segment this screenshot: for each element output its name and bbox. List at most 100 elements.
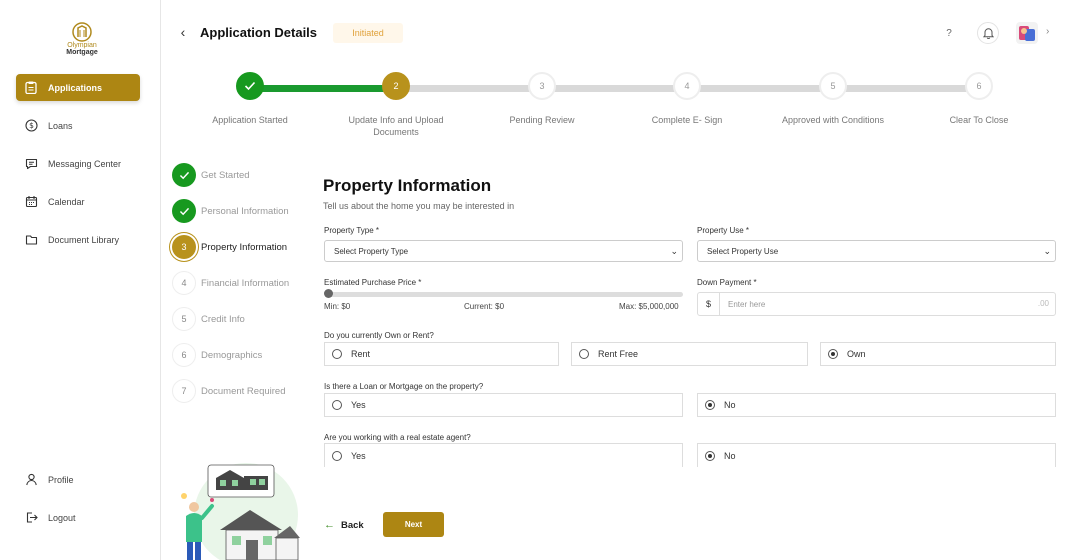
substep-financial-information[interactable]: 4 Financial Information bbox=[172, 271, 289, 295]
progress-step-label: Clear To Close bbox=[949, 115, 1009, 125]
substep-demographics[interactable]: 6 Demographics bbox=[172, 343, 262, 367]
radio-circle bbox=[579, 349, 589, 359]
back-button[interactable]: ← Back bbox=[324, 516, 364, 534]
brand-line-2: Mortgage bbox=[66, 49, 98, 56]
radio-loan-no[interactable]: No bbox=[697, 393, 1056, 417]
sidebar-item-label: Messaging Center bbox=[48, 158, 122, 169]
back-button-label: Back bbox=[341, 519, 364, 531]
radio-circle-selected bbox=[705, 400, 715, 410]
progress-step-label: Pending Review bbox=[509, 115, 575, 125]
progress-step-number: 5 bbox=[819, 72, 847, 100]
radio-label: Rent Free bbox=[598, 349, 639, 359]
logo-mark-icon bbox=[72, 22, 92, 42]
own-rent-label: Do you currently Own or Rent? bbox=[324, 331, 434, 340]
progress-step-6: 6 Clear To Close bbox=[919, 72, 1039, 126]
notification-button[interactable] bbox=[977, 22, 999, 44]
property-type-select[interactable]: Select Property Type ⌄ bbox=[324, 240, 683, 262]
slider-min: Min: $0 bbox=[324, 302, 351, 311]
radio-agent-yes[interactable]: Yes bbox=[324, 443, 683, 467]
sidebar-item-label: Applications bbox=[48, 82, 103, 93]
radio-rent[interactable]: Rent bbox=[324, 342, 559, 366]
message-icon bbox=[24, 157, 38, 171]
sidebar-item-label: Calendar bbox=[48, 196, 85, 207]
sidebar-item-applications[interactable]: Applications bbox=[16, 74, 140, 101]
radio-loan-yes[interactable]: Yes bbox=[324, 393, 683, 417]
next-button[interactable]: Next bbox=[383, 512, 444, 537]
substep-number: 4 bbox=[172, 271, 196, 295]
progress-stepper: Application Started 2 Update Info and Up… bbox=[190, 72, 1040, 142]
sidebar-item-calendar[interactable]: Calendar bbox=[16, 188, 140, 215]
down-payment-field[interactable]: $ .00 bbox=[697, 292, 1056, 316]
company-logo[interactable]: Olympian Mortgage bbox=[60, 22, 104, 58]
radio-circle bbox=[332, 450, 342, 461]
loan-question-label: Is there a Loan or Mortgage on the prope… bbox=[324, 382, 484, 391]
sidebar-item-profile[interactable]: Profile bbox=[16, 466, 140, 493]
back-chevron-icon[interactable]: ‹ bbox=[176, 24, 190, 42]
sidebar: Olympian Mortgage Applications $ Loans M… bbox=[0, 0, 161, 560]
calendar-icon bbox=[24, 195, 38, 209]
substep-document-required[interactable]: 7 Document Required bbox=[172, 379, 286, 403]
folder-icon bbox=[24, 233, 38, 247]
radio-own[interactable]: Own bbox=[820, 342, 1056, 366]
radio-rent-free[interactable]: Rent Free bbox=[571, 342, 808, 366]
sidebar-item-document-library[interactable]: Document Library bbox=[16, 226, 140, 253]
arrow-left-icon: ← bbox=[324, 519, 335, 531]
radio-label: No bbox=[724, 450, 736, 461]
check-icon bbox=[236, 72, 264, 100]
property-type-value: Select Property Type bbox=[334, 246, 409, 256]
down-payment-label: Down Payment * bbox=[697, 278, 757, 287]
house-illustration bbox=[181, 463, 300, 560]
substep-label: Credit Info bbox=[201, 313, 245, 325]
sidebar-item-label: Document Library bbox=[48, 234, 120, 245]
substep-personal-information[interactable]: Personal Information bbox=[172, 199, 289, 223]
account-chevron-icon[interactable]: › bbox=[1046, 26, 1049, 37]
progress-step-5: 5 Approved with Conditions bbox=[773, 72, 893, 126]
slider-current: Current: $0 bbox=[464, 302, 505, 311]
sidebar-item-loans[interactable]: $ Loans bbox=[16, 112, 140, 139]
substep-label: Property Information bbox=[201, 241, 288, 253]
substep-credit-info[interactable]: 5 Credit Info bbox=[172, 307, 245, 331]
profile-icon bbox=[24, 473, 38, 487]
substep-number: 3 bbox=[172, 235, 196, 259]
form-title: Property Information bbox=[323, 176, 492, 195]
substep-label: Financial Information bbox=[201, 277, 290, 289]
radio-agent-no[interactable]: No bbox=[697, 443, 1056, 467]
property-type-label: Property Type * bbox=[324, 226, 379, 235]
purchase-price-label: Estimated Purchase Price * bbox=[324, 278, 422, 287]
progress-step-number: 4 bbox=[673, 72, 701, 100]
radio-label: Rent bbox=[351, 349, 371, 359]
radio-circle bbox=[332, 400, 342, 410]
slider-thumb[interactable] bbox=[324, 289, 333, 298]
down-payment-input[interactable] bbox=[728, 297, 1018, 311]
sidebar-item-label: Profile bbox=[48, 474, 74, 485]
radio-circle-selected bbox=[705, 450, 715, 461]
agent-question-label: Are you working with a real estate agent… bbox=[324, 433, 471, 442]
progress-step-label: Approved with Conditions bbox=[781, 115, 885, 125]
substep-number: 7 bbox=[172, 379, 196, 403]
progress-step-2: 2 Update Info and Upload Documents bbox=[336, 72, 456, 138]
sidebar-item-messaging-center[interactable]: Messaging Center bbox=[16, 150, 140, 177]
avatar[interactable] bbox=[1016, 22, 1038, 44]
substep-label: Personal Information bbox=[201, 205, 289, 217]
page-title: Application Details bbox=[200, 25, 318, 40]
property-use-select[interactable]: Select Property Use ⌄ bbox=[697, 240, 1056, 262]
purchase-price-slider[interactable] bbox=[326, 292, 683, 297]
help-button[interactable]: ? bbox=[938, 22, 960, 44]
check-icon bbox=[172, 163, 196, 187]
user-avatar-icon bbox=[1016, 22, 1038, 44]
progress-step-label: Complete E- Sign bbox=[651, 115, 723, 125]
substep-get-started[interactable]: Get Started bbox=[172, 163, 250, 187]
form-subtitle: Tell us about the home you may be intere… bbox=[323, 201, 515, 211]
check-icon bbox=[172, 199, 196, 223]
substep-property-information[interactable]: 3 Property Information bbox=[172, 235, 287, 259]
radio-circle-selected bbox=[828, 349, 838, 359]
slider-max: Max: $5,000,000 bbox=[619, 302, 679, 311]
applications-icon bbox=[24, 81, 38, 95]
radio-circle bbox=[332, 349, 342, 359]
progress-step-3: 3 Pending Review bbox=[482, 72, 602, 126]
radio-label: No bbox=[724, 400, 736, 410]
sidebar-item-label: Loans bbox=[48, 120, 73, 131]
sidebar-item-logout[interactable]: Logout bbox=[16, 504, 140, 531]
status-badge: Initiated bbox=[333, 23, 403, 43]
progress-step-number: 3 bbox=[528, 72, 556, 100]
